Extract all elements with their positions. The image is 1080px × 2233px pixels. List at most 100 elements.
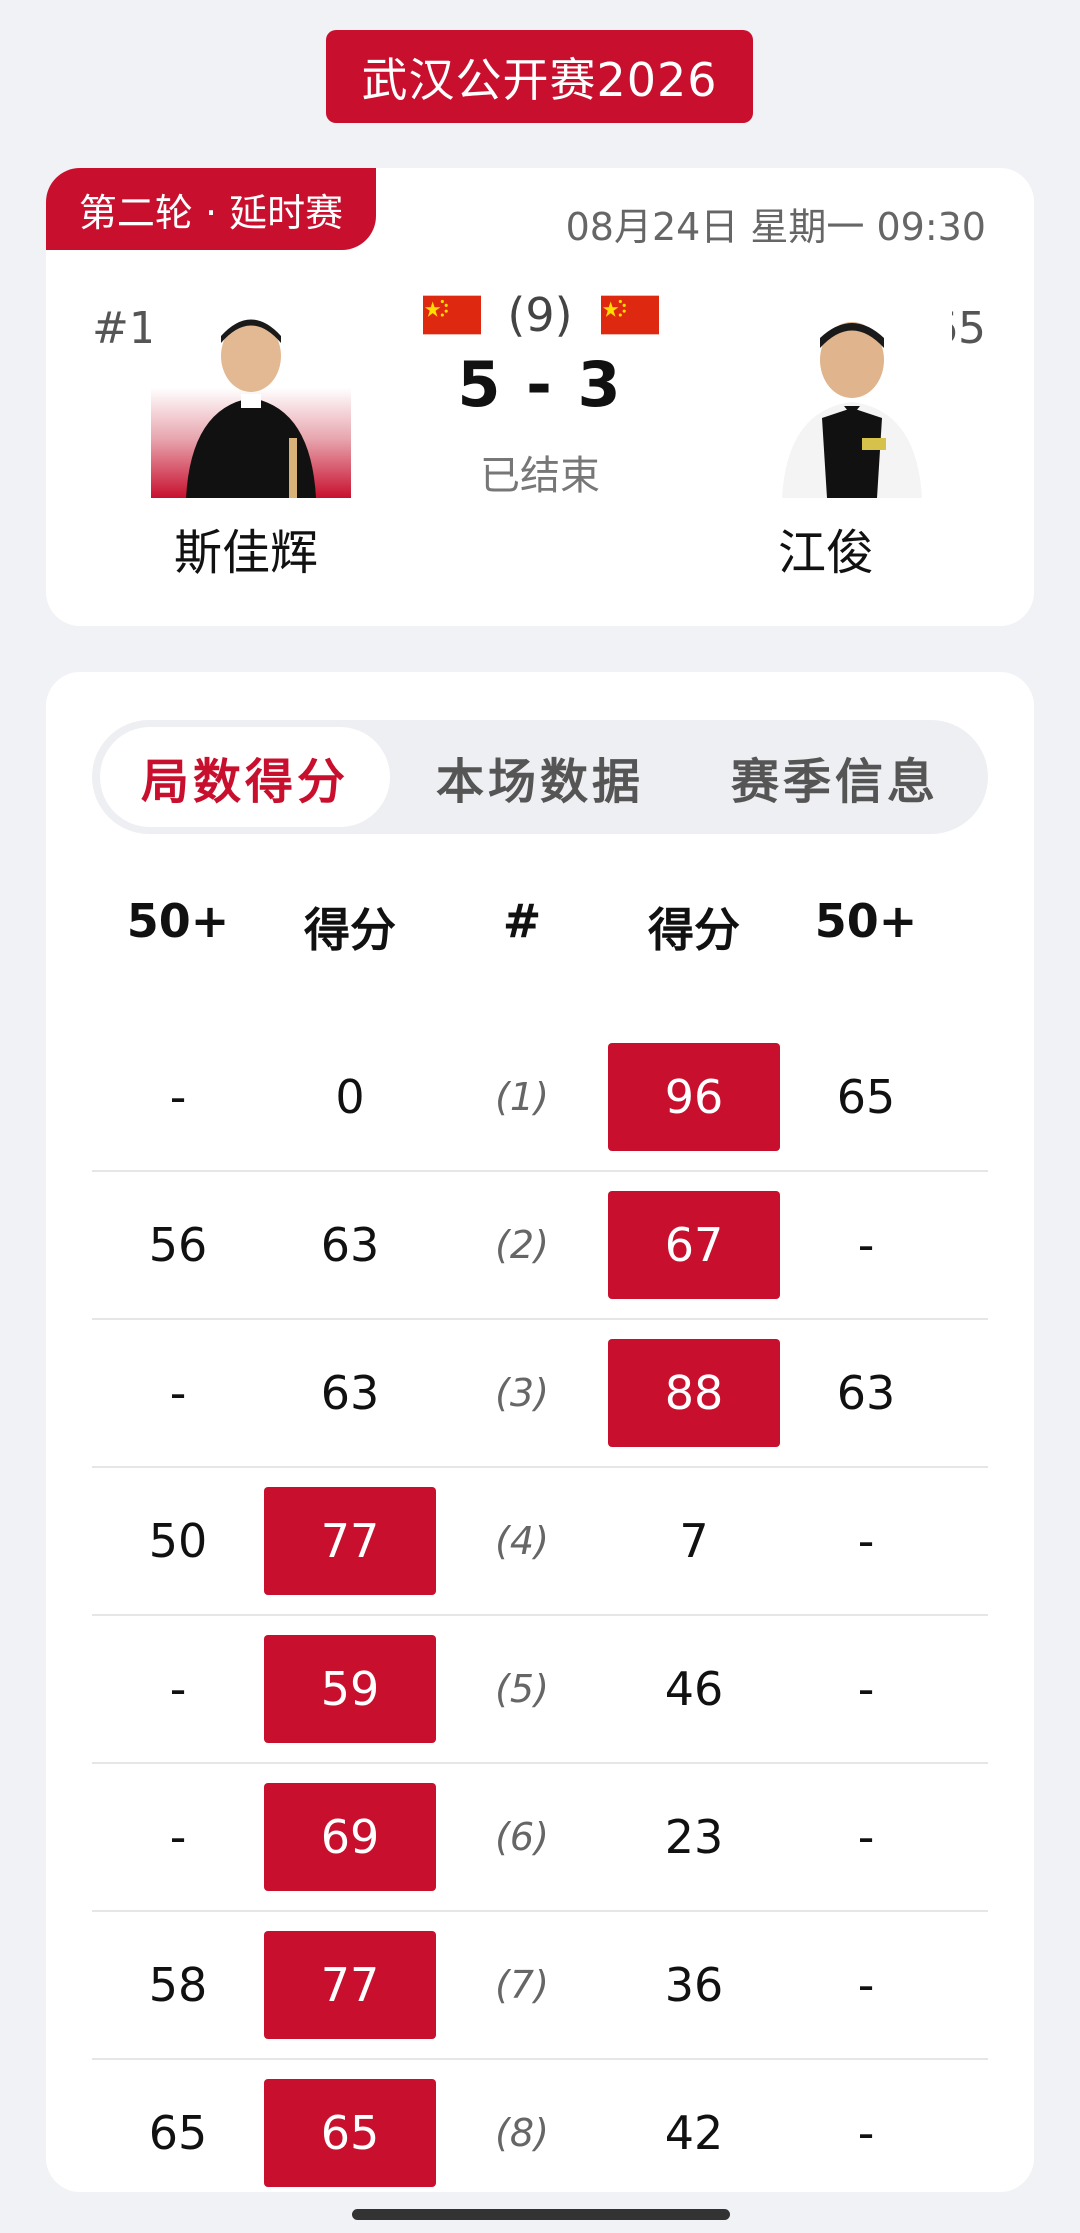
- header-p1-breaks: 50+: [126, 894, 230, 948]
- frame-number-cell: (6): [436, 1764, 608, 1910]
- p1-break-cell: -: [92, 1764, 264, 1910]
- frame-score-table: -0 (1) 96 65 56 63 (2) 67- -63 (3) 88 63 50 77 (4) 7- -5…: [92, 1024, 988, 2192]
- cell-value: 63: [836, 1366, 896, 1420]
- cell-value: -: [857, 1662, 875, 1716]
- cell-value: -: [857, 1958, 875, 2012]
- player1-avatar[interactable]: [151, 298, 351, 498]
- player1-name[interactable]: 斯佳辉: [174, 513, 318, 583]
- cell-value: (6): [495, 1815, 549, 1859]
- p1-score-cell: 63: [264, 1320, 436, 1466]
- p2-score-cell: 88: [608, 1320, 780, 1466]
- cell-value: 42: [664, 2106, 724, 2160]
- cell-value: -: [169, 1810, 187, 1864]
- p2-break-cell: -: [780, 2060, 952, 2192]
- p2-break-cell: 63: [780, 1320, 952, 1466]
- cell-value: -: [857, 1218, 875, 1272]
- header-frame: #: [502, 894, 542, 948]
- cell-value: -: [169, 1070, 187, 1124]
- frame-number-cell: (5): [436, 1616, 608, 1762]
- player2-photo-icon: [782, 322, 922, 498]
- winning-score: 77: [264, 1487, 436, 1595]
- cell-value: (5): [495, 1667, 549, 1711]
- p1-break-cell: -: [92, 1024, 264, 1170]
- p1-score-cell: 69: [264, 1764, 436, 1910]
- cell-value: 63: [320, 1218, 380, 1272]
- china-flag-icon: [601, 295, 659, 335]
- p1-score-cell: 65: [264, 2060, 436, 2192]
- cell-value: 36: [664, 1958, 724, 2012]
- cell-value: (3): [495, 1371, 549, 1415]
- p2-score-cell: 36: [608, 1912, 780, 2058]
- p2-score-cell: 96: [608, 1024, 780, 1170]
- p2-score-cell: 7: [608, 1468, 780, 1614]
- tab-match-stats[interactable]: 本场数据: [395, 727, 685, 827]
- p1-break-cell: 58: [92, 1912, 264, 2058]
- cell-value: -: [857, 1810, 875, 1864]
- player2-avatar[interactable]: [752, 298, 952, 498]
- frame-number-cell: (8): [436, 2060, 608, 2192]
- header-p2-breaks: 50+: [814, 894, 918, 948]
- cell-value: (7): [495, 1963, 549, 2007]
- event-title: 武汉公开赛2026: [326, 30, 753, 123]
- cell-value: 63: [320, 1366, 380, 1420]
- winning-score: 59: [264, 1635, 436, 1743]
- player2-name[interactable]: 江俊: [778, 513, 874, 583]
- p2-break-cell: 65: [780, 1024, 952, 1170]
- cell-value: 65: [148, 2106, 208, 2160]
- cell-value: 65: [836, 1070, 896, 1124]
- p2-break-cell: -: [780, 1468, 952, 1614]
- tab-bar: 局数得分 本场数据 赛季信息: [92, 720, 988, 834]
- p2-break-cell: -: [780, 1912, 952, 2058]
- winning-score: 88: [608, 1339, 780, 1447]
- p1-break-cell: 56: [92, 1172, 264, 1318]
- table-row: 56 63 (2) 67 -: [92, 1172, 988, 1320]
- p1-score-cell: 59: [264, 1616, 436, 1762]
- header-p2-score: 得分: [648, 903, 740, 957]
- stats-card: 局数得分 本场数据 赛季信息 50+ 得分 # 得分 50+ - 0 (1) 96 65…: [46, 672, 1034, 2192]
- cell-value: (2): [495, 1223, 549, 1267]
- cell-value: 50: [148, 1514, 208, 1568]
- match-status: 已结束: [480, 453, 600, 499]
- cell-value: -: [857, 2106, 875, 2160]
- match-card[interactable]: 第二轮 · 延时赛 08月24日 星期一 09:30 #16 斯佳辉 (9) 5…: [46, 168, 1034, 626]
- cell-value: -: [169, 1366, 187, 1420]
- p2-score-cell: 23: [608, 1764, 780, 1910]
- table-row: 65 65 (8) 42 -: [92, 2060, 988, 2192]
- p1-score-cell: 77: [264, 1912, 436, 2058]
- p2-break-cell: -: [780, 1616, 952, 1762]
- table-row: - 69 (6) 23 -: [92, 1764, 988, 1912]
- p2-break-cell: -: [780, 1764, 952, 1910]
- frame-number-cell: (4): [436, 1468, 608, 1614]
- p1-score-cell: 0: [264, 1024, 436, 1170]
- winning-score: 69: [264, 1783, 436, 1891]
- tab-season-info[interactable]: 赛季信息: [690, 727, 980, 827]
- p2-break-cell: -: [780, 1172, 952, 1318]
- cell-value: 46: [664, 1662, 724, 1716]
- cell-value: 7: [679, 1514, 709, 1568]
- best-of: (9): [507, 288, 573, 342]
- cell-value: 56: [148, 1218, 208, 1272]
- match-datetime: 08月24日 星期一 09:30: [565, 205, 986, 249]
- frame-number-cell: (2): [436, 1172, 608, 1318]
- round-tag: 第二轮 · 延时赛: [46, 168, 376, 250]
- match-score: 5 - 3: [457, 348, 623, 421]
- cell-value: -: [857, 1514, 875, 1568]
- p1-break-cell: -: [92, 1320, 264, 1466]
- table-row: - 59 (5) 46 -: [92, 1616, 988, 1764]
- table-row: - 0 (1) 96 65: [92, 1024, 988, 1172]
- tab-frame-scores[interactable]: 局数得分: [100, 727, 390, 827]
- cell-value: -: [169, 1662, 187, 1716]
- cell-value: 23: [664, 1810, 724, 1864]
- p1-score-cell: 63: [264, 1172, 436, 1318]
- china-flag-icon: [423, 295, 481, 335]
- home-indicator[interactable]: [352, 2209, 730, 2220]
- table-row: 58 77 (7) 36 -: [92, 1912, 988, 2060]
- table-row: 50 77 (4) 7 -: [92, 1468, 988, 1616]
- cell-value: (8): [495, 2111, 549, 2155]
- winning-score: 77: [264, 1931, 436, 2039]
- p1-break-cell: -: [92, 1616, 264, 1762]
- p1-break-cell: 50: [92, 1468, 264, 1614]
- cell-value: (4): [495, 1519, 549, 1563]
- winning-score: 96: [608, 1043, 780, 1151]
- p1-break-cell: 65: [92, 2060, 264, 2192]
